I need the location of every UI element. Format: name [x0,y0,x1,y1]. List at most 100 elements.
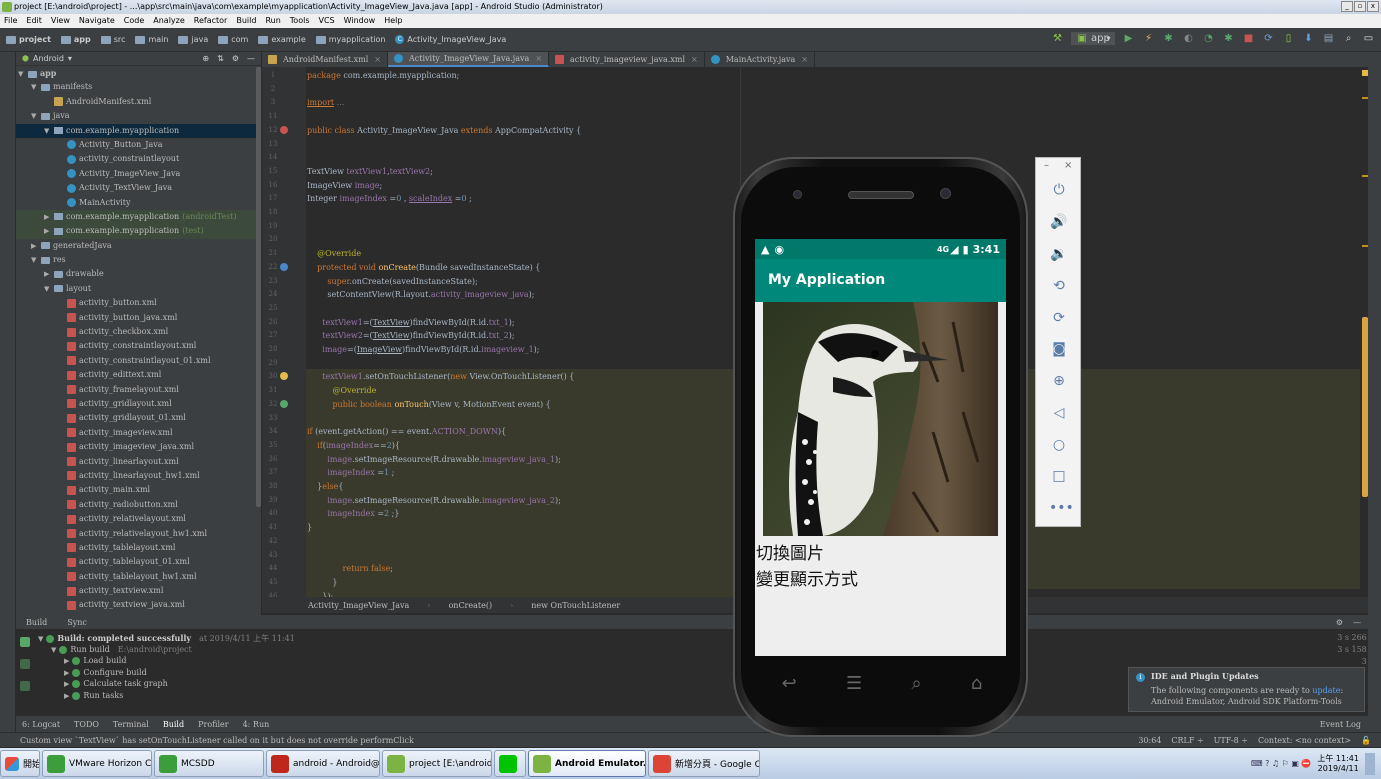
taskbar-item[interactable]: MCSDD [154,750,264,777]
tree-item[interactable]: activity_tablelayout_01.xml [16,555,261,569]
chevron-down-icon[interactable]: ▼ [31,109,41,123]
emulator-screen[interactable]: ▲ ◉ 4G ◢ ▮ 3:41 My Application 切換圖片 變更顯示… [755,239,1006,656]
tab-build[interactable]: Build [26,618,47,627]
editor-breadcrumb-item[interactable]: new OnTouchListener [531,601,620,610]
chevron-down-icon[interactable]: ▼ [44,282,54,296]
tree-item[interactable]: activity_textview.xml [16,584,261,598]
breadcrumb-item[interactable]: src [100,35,125,44]
project-structure-icon[interactable]: ▤ [1322,32,1335,45]
volume-down-icon[interactable]: 🔉 [1049,244,1069,264]
tree-item[interactable]: ▶ com.example.myapplication (test) [16,224,261,239]
menu-view[interactable]: View [51,14,70,28]
build-row[interactable]: ▶ Run tasks [64,690,123,702]
tree-item[interactable]: activity_framelayout.xml [16,383,261,397]
editor-breadcrumb-item[interactable]: Activity_ImageView_Java [308,601,409,610]
project-scrollbar[interactable] [256,67,261,507]
debug-attach-icon[interactable]: ✱ [1222,32,1235,45]
tree-item[interactable]: activity_radiobutton.xml [16,498,261,512]
close-tab-icon[interactable]: × [801,52,808,67]
tree-item[interactable]: activity_gridlayout_01.xml [16,411,261,425]
chevron-right-icon[interactable]: ▶ [44,224,54,238]
rotate-left-icon[interactable]: ⟲ [1049,276,1069,296]
search-icon[interactable]: ⌕ [911,673,921,694]
taskbar-item[interactable]: VMware Horizon Client [42,750,152,777]
tree-item[interactable]: activity_checkbox.xml [16,325,261,339]
breadcrumb-item[interactable]: main [135,35,168,44]
close-tab-icon[interactable]: × [535,51,542,66]
switch-image-text[interactable]: 切換圖片 [756,539,824,564]
tree-item[interactable]: Activity_TextView_Java [16,181,261,195]
system-clock[interactable]: 上午 11:41 2019/4/11 [1317,754,1359,774]
tab-sync[interactable]: Sync [67,618,87,627]
avd-manager-icon[interactable]: ▯ [1282,32,1295,45]
menu-analyze[interactable]: Analyze [153,14,185,28]
tool-tab[interactable]: Profiler [198,720,228,729]
tool-tab[interactable]: Build [163,720,184,729]
chevron-right-icon[interactable]: ▶ [44,267,54,281]
breadcrumb-item[interactable]: project [6,35,51,44]
change-scale-text[interactable]: 變更顯示方式 [756,565,858,590]
editor-tab[interactable]: activity_imageview_java.xml × [549,52,705,67]
update-link[interactable]: update [1312,686,1340,695]
tree-item[interactable]: ▼ com.example.myapplication [16,123,261,138]
chevron-right-icon[interactable]: ▶ [44,210,54,224]
menu-file[interactable]: File [4,14,17,28]
tree-item[interactable]: activity_tablelayout_hw1.xml [16,570,261,584]
tool-tab[interactable]: TODO [74,720,99,729]
line-separator[interactable]: CRLF ÷ [1171,733,1203,748]
chevron-icon[interactable]: ▼ [38,635,43,643]
breadcrumb-item[interactable]: java [178,35,208,44]
tree-item[interactable]: MainActivity [16,196,261,210]
tree-item[interactable]: ▶ generatedJava [16,239,261,253]
tree-item[interactable]: activity_imageview.xml [16,426,261,440]
bulb-icon[interactable] [280,372,288,381]
breadcrumb-item[interactable]: C Activity_ImageView_Java [395,35,506,44]
tree-item[interactable]: ▼ manifests [16,80,261,94]
menu-window[interactable]: Window [344,14,376,28]
chevron-down-icon[interactable]: ▼ [44,124,54,138]
tree-item[interactable]: ▼ app [16,66,261,80]
build-row[interactable]: ▶ Calculate task graph [64,678,168,690]
search-icon[interactable]: ⌕ [1342,32,1355,45]
chevron-icon[interactable]: ▶ [64,680,69,688]
file-encoding[interactable]: UTF-8 ÷ [1214,733,1248,748]
editor-tab[interactable]: Activity_ImageView_Java.java × [387,51,550,67]
start-button[interactable]: 開始 [0,750,40,777]
tree-item[interactable]: activity_linearlayout_hw1.xml [16,469,261,483]
close-emulator-button[interactable]: × [1064,160,1072,171]
menu-help[interactable]: Help [384,14,402,28]
tree-item[interactable]: Activity_Button_Java [16,138,261,152]
menu-vcs[interactable]: VCS [319,14,335,28]
chevron-down-icon[interactable]: ▾ [68,54,72,63]
menu-icon[interactable]: ☰ [846,673,862,694]
menu-code[interactable]: Code [124,14,144,28]
breadcrumb-item[interactable]: myapplication [315,35,385,44]
build-row[interactable]: ▶ Load build [64,655,126,667]
tree-item[interactable]: activity_relativelayout.xml [16,512,261,526]
minimize-button[interactable]: _ [1341,1,1353,12]
woodpecker-image[interactable] [763,302,998,536]
tree-item[interactable]: activity_main.xml [16,483,261,497]
tree-item[interactable]: activity_edittext.xml [16,368,261,382]
tree-item[interactable]: ▶ drawable [16,267,261,281]
implement-icon[interactable] [280,399,288,408]
rotate-right-icon[interactable]: ⟳ [1049,308,1069,328]
tree-item[interactable]: activity_button.xml [16,296,261,310]
breadcrumb-item[interactable]: example [258,35,306,44]
chevron-right-icon[interactable]: ▶ [31,239,41,253]
chevron-down-icon[interactable]: ▼ [31,80,41,94]
collapse-icon[interactable]: ⇅ [217,54,224,63]
tree-item[interactable]: Activity_ImageView_Java [16,167,261,181]
hide-icon[interactable]: — [247,54,255,63]
tree-item[interactable]: ▶ com.example.myapplication (androidTest) [16,209,261,225]
power-icon[interactable]: ⏻ [1049,180,1069,200]
volume-up-icon[interactable]: 🔊 [1049,212,1069,232]
back-icon[interactable]: ↩ [782,673,797,694]
camera-icon[interactable]: ◙ [1049,339,1069,359]
tree-item[interactable]: AndroidManifest.xml [16,95,261,109]
taskbar-item[interactable]: project [E:\android\pro... [382,750,492,777]
maximize-button[interactable]: ▫ [1354,1,1366,12]
sync-icon[interactable]: ⟳ [1262,32,1275,45]
close-tab-icon[interactable]: × [374,52,381,67]
chevron-down-icon[interactable]: ▼ [31,253,41,267]
